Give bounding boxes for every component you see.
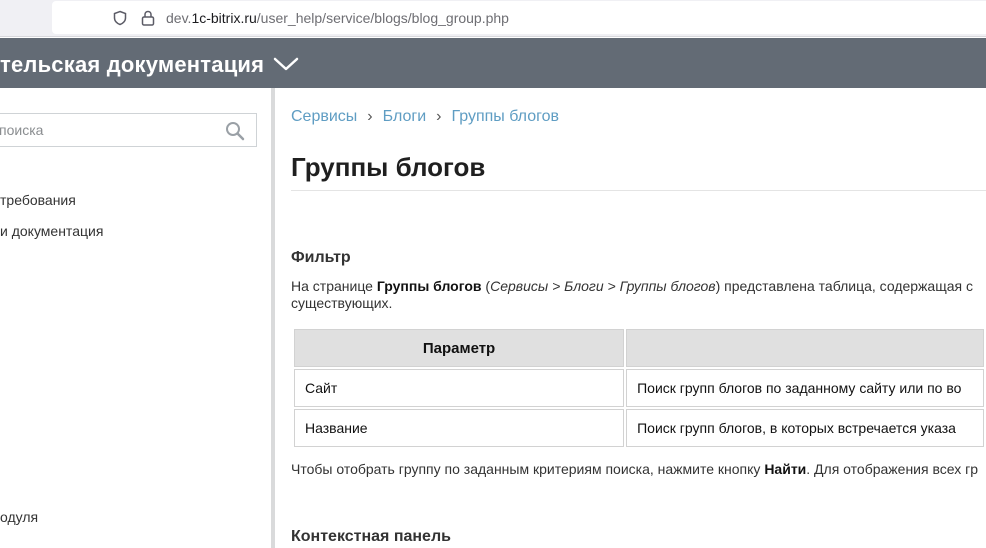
shield-icon[interactable] <box>112 10 128 26</box>
breadcrumb-blogs[interactable]: Блоги <box>383 108 427 125</box>
filter-heading: Фильтр <box>291 249 351 266</box>
sidebar-item-documentation[interactable]: и документация <box>0 223 103 239</box>
breadcrumb: Сервисы › Блоги › Группы блогов <box>291 108 559 126</box>
search-icon[interactable] <box>225 121 245 141</box>
sidebar: требования и документация одуля <box>0 88 271 548</box>
main-content: Сервисы › Блоги › Группы блогов Группы блого… <box>275 88 986 548</box>
column-header-parameter: Параметр <box>294 329 625 367</box>
table-row: Сайт Поиск групп блогов по заданному сай… <box>294 369 984 407</box>
app-title[interactable]: тельская документация <box>0 52 264 78</box>
table-row: Название Поиск групп блогов, в которых в… <box>294 409 984 447</box>
app-header: тельская документация <box>0 38 986 88</box>
table-header-row: Параметр <box>294 329 984 367</box>
context-panel-heading: Контекстная панель <box>291 528 451 545</box>
table-cell: Поиск групп блогов по заданному сайту ил… <box>626 369 984 407</box>
breadcrumb-blog-groups[interactable]: Группы блогов <box>451 108 559 125</box>
chevron-down-icon[interactable] <box>273 55 299 73</box>
note-paragraph: Чтобы отобрать группу по заданным критер… <box>291 461 979 477</box>
table-cell: Название <box>294 409 625 447</box>
sidebar-item-requirements[interactable]: требования <box>0 192 76 208</box>
sidebar-item-module[interactable]: одуля <box>0 509 38 525</box>
parameter-table: Параметр Сайт Поиск групп блогов по зада… <box>292 327 986 449</box>
page-title: Группы блогов <box>291 152 486 182</box>
browser-toolbar: dev.1c-bitrix.ru/user_help/service/blogs… <box>0 0 986 37</box>
breadcrumb-services[interactable]: Сервисы <box>291 108 357 125</box>
url-text[interactable]: dev.1c-bitrix.ru/user_help/service/blogs… <box>166 10 509 26</box>
divider <box>291 190 986 191</box>
table-cell: Сайт <box>294 369 625 407</box>
address-bar[interactable]: dev.1c-bitrix.ru/user_help/service/blogs… <box>52 1 986 34</box>
breadcrumb-separator: › <box>367 108 373 125</box>
lock-icon[interactable] <box>141 10 155 26</box>
table-cell: Поиск групп блогов, в которых встречаетс… <box>626 409 984 447</box>
breadcrumb-separator: › <box>436 108 442 125</box>
intro-paragraph: На странице Группы блогов (Сервисы > Бло… <box>291 278 973 311</box>
column-header-description <box>626 329 984 367</box>
search-box <box>0 113 257 147</box>
search-input[interactable] <box>0 114 217 146</box>
